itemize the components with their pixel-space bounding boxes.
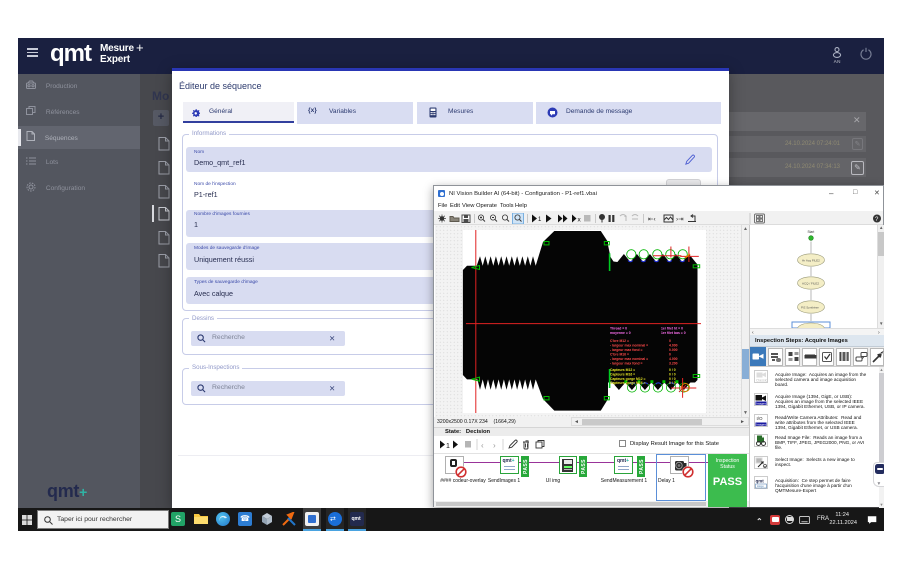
svg-text:›⇥: ›⇥ [676, 216, 684, 223]
svg-text:- largeur max nominal =: - largeur max nominal = [610, 344, 648, 348]
svg-text:1: 1 [446, 443, 450, 450]
svg-text:x: x [578, 217, 582, 224]
svg-text:⇤‹: ⇤‹ [648, 216, 656, 223]
svg-text:ACQ / FILE2: ACQ / FILE2 [802, 282, 819, 286]
svg-text:- largeur max fond =: - largeur max fond = [610, 348, 643, 352]
svg-text:Images: Images [756, 423, 766, 427]
svg-text:4.000: 4.000 [669, 344, 678, 348]
svg-text:0 / 0: 0 / 0 [669, 381, 676, 385]
svg-text:1er filet bas = 0: 1er filet bas = 0 [661, 331, 686, 335]
svg-text:0: 0 [669, 339, 671, 343]
svg-text:C'bre M16 =: C'bre M16 = [610, 353, 629, 357]
svg-text:4.000: 4.000 [669, 357, 678, 361]
svg-text:C'bre M12 =: C'bre M12 = [610, 339, 629, 343]
svg-text:qmt: qmt [756, 479, 765, 484]
svg-text:Classic: Classic [756, 379, 768, 383]
svg-text:Thread = 0: Thread = 0 [610, 327, 627, 331]
svg-text:0.000: 0.000 [669, 348, 678, 352]
svg-text:Capteurs M12 =: Capteurs M12 = [610, 368, 635, 372]
svg-text:0 / 0: 0 / 0 [669, 368, 676, 372]
svg-text:PASS: PASS [639, 459, 645, 474]
svg-text:PASS: PASS [523, 459, 529, 474]
svg-text:P.E Synthèse: P.E Synthèse [801, 306, 819, 310]
svg-text:0 / 0: 0 / 0 [669, 377, 676, 381]
svg-text:1: 1 [538, 217, 542, 223]
svg-text:Capteurs gorge M12 =: Capteurs gorge M12 = [610, 377, 646, 381]
svg-text:Start: Start [808, 230, 815, 234]
svg-text:- largeur max fond =: - largeur max fond = [610, 362, 643, 366]
svg-text:- largeur max nominal =: - largeur max nominal = [610, 357, 648, 361]
svg-text:0 / 0: 0 / 0 [669, 372, 676, 376]
svg-text:1er filet ht = 0: 1er filet ht = 0 [661, 327, 683, 331]
svg-text:PASS: PASS [581, 459, 587, 474]
svg-text:Capteurs gorge M16 =: Capteurs gorge M16 = [610, 381, 646, 385]
svg-text:I/O: I/O [757, 416, 764, 421]
svg-text:Capteurs M16 =: Capteurs M16 = [610, 372, 635, 376]
svg-text:3.200: 3.200 [669, 362, 678, 366]
svg-text:‹: ‹ [481, 441, 484, 450]
svg-text:Hr Acq FILE2: Hr Acq FILE2 [802, 259, 820, 263]
svg-text:0: 0 [669, 353, 671, 357]
svg-text:›: › [493, 441, 496, 450]
svg-text:Acqu: Acqu [757, 484, 764, 488]
svg-text:moyenne = 0: moyenne = 0 [610, 331, 631, 335]
svg-text:Images: Images [756, 402, 766, 406]
